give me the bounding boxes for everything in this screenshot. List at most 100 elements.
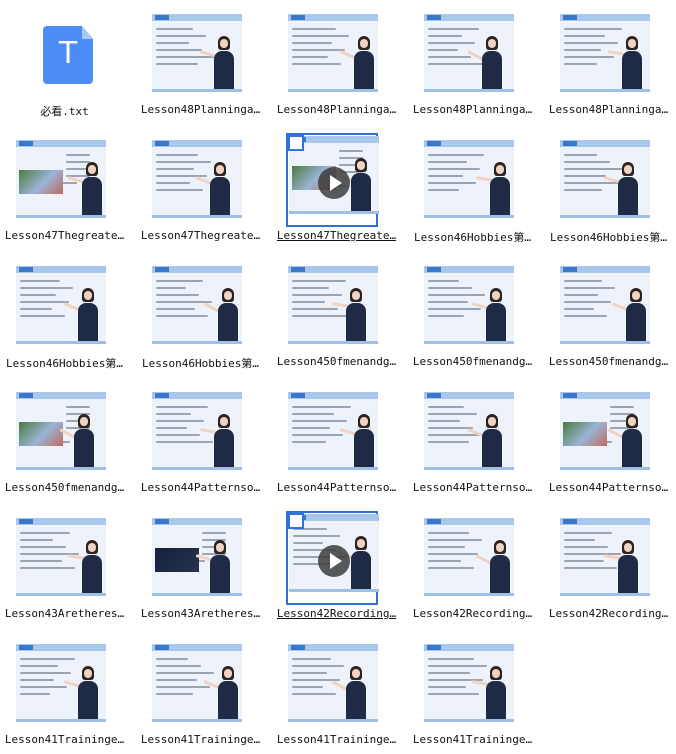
slide-text-line bbox=[564, 56, 614, 58]
file-name-label[interactable]: Lesson44Patternso… bbox=[274, 481, 399, 494]
slide-tag bbox=[291, 15, 305, 20]
file-name-label[interactable]: Lesson42Recording… bbox=[410, 607, 535, 620]
thumbnail-frame[interactable] bbox=[560, 518, 652, 596]
file-item-video[interactable]: Lesson450fmenandg… bbox=[546, 258, 668, 376]
thumbnail-frame[interactable] bbox=[16, 644, 108, 722]
file-name-label[interactable]: Lesson43Aretheres… bbox=[138, 607, 263, 620]
file-item-video[interactable]: Lesson41Traininge… bbox=[2, 636, 124, 754]
thumbnail-frame[interactable] bbox=[286, 133, 379, 227]
file-name-label[interactable]: Lesson46Hobbies第… bbox=[546, 229, 671, 245]
file-name-label[interactable]: Lesson46Hobbies第… bbox=[138, 355, 263, 371]
thumbnail-frame[interactable] bbox=[152, 518, 244, 596]
thumbnail-frame[interactable] bbox=[16, 140, 108, 218]
thumbnail-frame[interactable] bbox=[424, 266, 516, 344]
thumbnail-frame[interactable] bbox=[288, 14, 380, 92]
file-item-video[interactable]: Lesson42Recording… bbox=[546, 510, 668, 628]
file-name-label[interactable]: Lesson48Planninga… bbox=[546, 103, 671, 116]
slide-tag bbox=[19, 645, 33, 650]
slide-text-line bbox=[292, 301, 325, 303]
slide-footer-bar bbox=[288, 467, 378, 470]
file-name-label[interactable]: Lesson41Traininge… bbox=[274, 733, 399, 746]
file-name-label[interactable]: Lesson41Traininge… bbox=[410, 733, 535, 746]
thumbnail-frame[interactable] bbox=[152, 392, 244, 470]
teacher-face bbox=[492, 669, 500, 678]
thumbnail-frame[interactable] bbox=[424, 140, 516, 218]
file-item-video[interactable]: Lesson46Hobbies第… bbox=[410, 132, 531, 250]
file-name-label[interactable]: Lesson450fmenandg… bbox=[410, 355, 535, 368]
file-item-video[interactable]: Lesson41Traininge… bbox=[410, 636, 532, 754]
file-name-label[interactable]: Lesson42Recording… bbox=[274, 607, 399, 620]
teacher-face bbox=[628, 39, 636, 48]
thumbnail-frame[interactable] bbox=[560, 140, 652, 218]
file-item-video[interactable]: Lesson48Planninga… bbox=[410, 6, 532, 124]
file-name-label[interactable]: Lesson46Hobbies第… bbox=[410, 229, 535, 245]
file-item-video[interactable]: Lesson47Thegreate… bbox=[2, 132, 124, 250]
file-name-label[interactable]: Lesson450fmenandg… bbox=[546, 355, 671, 368]
file-name-label[interactable]: Lesson44Patternso… bbox=[410, 481, 535, 494]
play-icon[interactable] bbox=[318, 545, 350, 577]
file-name-label[interactable]: Lesson48Planninga… bbox=[138, 103, 263, 116]
file-item-video[interactable]: Lesson46Hobbies第… bbox=[138, 258, 259, 376]
thumbnail-frame[interactable] bbox=[288, 392, 380, 470]
file-item-video[interactable]: Lesson41Traininge… bbox=[274, 636, 396, 754]
file-name-label[interactable]: Lesson47Thegreate… bbox=[138, 229, 263, 242]
file-item-txt[interactable]: T 必看.txt bbox=[2, 6, 122, 124]
file-item-video[interactable]: Lesson48Planninga… bbox=[138, 6, 260, 124]
video-thumbnail bbox=[288, 14, 378, 92]
file-name-label[interactable]: Lesson44Patternso… bbox=[546, 481, 671, 494]
file-name-label[interactable]: Lesson48Planninga… bbox=[410, 103, 535, 116]
file-item-video[interactable]: Lesson42Recording… bbox=[274, 510, 396, 628]
file-item-video[interactable]: Lesson44Patternso… bbox=[274, 384, 396, 502]
file-name-label[interactable]: Lesson42Recording… bbox=[546, 607, 671, 620]
file-name-label[interactable]: Lesson41Traininge… bbox=[2, 733, 127, 746]
file-item-video[interactable]: Lesson41Traininge… bbox=[138, 636, 260, 754]
thumbnail-frame[interactable] bbox=[16, 392, 108, 470]
file-name-label[interactable]: Lesson46Hobbies第… bbox=[2, 355, 127, 371]
file-item-video[interactable]: Lesson44Patternso… bbox=[546, 384, 668, 502]
thumbnail-frame[interactable] bbox=[16, 266, 108, 344]
file-name-label[interactable]: Lesson47Thegreate… bbox=[274, 229, 399, 242]
video-thumbnail bbox=[288, 644, 378, 722]
thumbnail-frame[interactable] bbox=[424, 392, 516, 470]
file-name-label[interactable]: Lesson41Traininge… bbox=[138, 733, 263, 746]
file-item-video[interactable]: Lesson450fmenandg… bbox=[274, 258, 396, 376]
file-item-video[interactable]: Lesson44Patternso… bbox=[410, 384, 532, 502]
thumbnail-frame[interactable] bbox=[152, 14, 244, 92]
thumbnail-frame[interactable] bbox=[288, 266, 380, 344]
thumbnail-frame[interactable] bbox=[288, 644, 380, 722]
file-item-video[interactable]: Lesson450fmenandg… bbox=[2, 384, 124, 502]
file-name-label[interactable]: Lesson44Patternso… bbox=[138, 481, 263, 494]
file-item-video[interactable]: Lesson450fmenandg… bbox=[410, 258, 532, 376]
thumbnail-frame[interactable] bbox=[424, 518, 516, 596]
file-item-video[interactable]: Lesson48Planninga… bbox=[546, 6, 668, 124]
file-item-video[interactable]: Lesson44Patternso… bbox=[138, 384, 260, 502]
thumbnail-frame[interactable] bbox=[152, 266, 244, 344]
thumbnail-frame[interactable] bbox=[424, 14, 516, 92]
thumbnail-frame[interactable] bbox=[152, 644, 244, 722]
thumbnail-frame[interactable] bbox=[424, 644, 516, 722]
file-item-video[interactable]: Lesson47Thegreate… bbox=[274, 132, 396, 250]
selection-checkbox[interactable] bbox=[288, 135, 304, 151]
thumbnail-frame[interactable] bbox=[286, 511, 379, 605]
file-item-video[interactable]: Lesson46Hobbies第… bbox=[2, 258, 123, 376]
thumbnail-frame[interactable] bbox=[560, 392, 652, 470]
file-item-video[interactable]: Lesson47Thegreate… bbox=[138, 132, 260, 250]
thumbnail-frame[interactable] bbox=[560, 14, 652, 92]
file-item-video[interactable]: Lesson48Planninga… bbox=[274, 6, 396, 124]
thumbnail-frame[interactable] bbox=[560, 266, 652, 344]
thumbnail-frame[interactable] bbox=[152, 140, 244, 218]
file-name-label[interactable]: Lesson43Aretheres… bbox=[2, 607, 127, 620]
file-name-label[interactable]: Lesson450fmenandg… bbox=[274, 355, 399, 368]
play-icon[interactable] bbox=[318, 167, 350, 199]
file-name-label[interactable]: Lesson450fmenandg… bbox=[2, 481, 127, 494]
file-item-video[interactable]: Lesson46Hobbies第… bbox=[546, 132, 667, 250]
selection-checkbox[interactable] bbox=[288, 513, 304, 529]
file-name-label[interactable]: Lesson48Planninga… bbox=[274, 103, 399, 116]
file-name-label[interactable]: 必看.txt bbox=[2, 103, 127, 119]
thumbnail-frame[interactable] bbox=[16, 518, 108, 596]
file-item-video[interactable]: Lesson43Aretheres… bbox=[2, 510, 124, 628]
file-item-video[interactable]: Lesson43Aretheres… bbox=[138, 510, 260, 628]
video-thumbnail bbox=[152, 14, 242, 92]
file-name-label[interactable]: Lesson47Thegreate… bbox=[2, 229, 127, 242]
file-item-video[interactable]: Lesson42Recording… bbox=[410, 510, 532, 628]
